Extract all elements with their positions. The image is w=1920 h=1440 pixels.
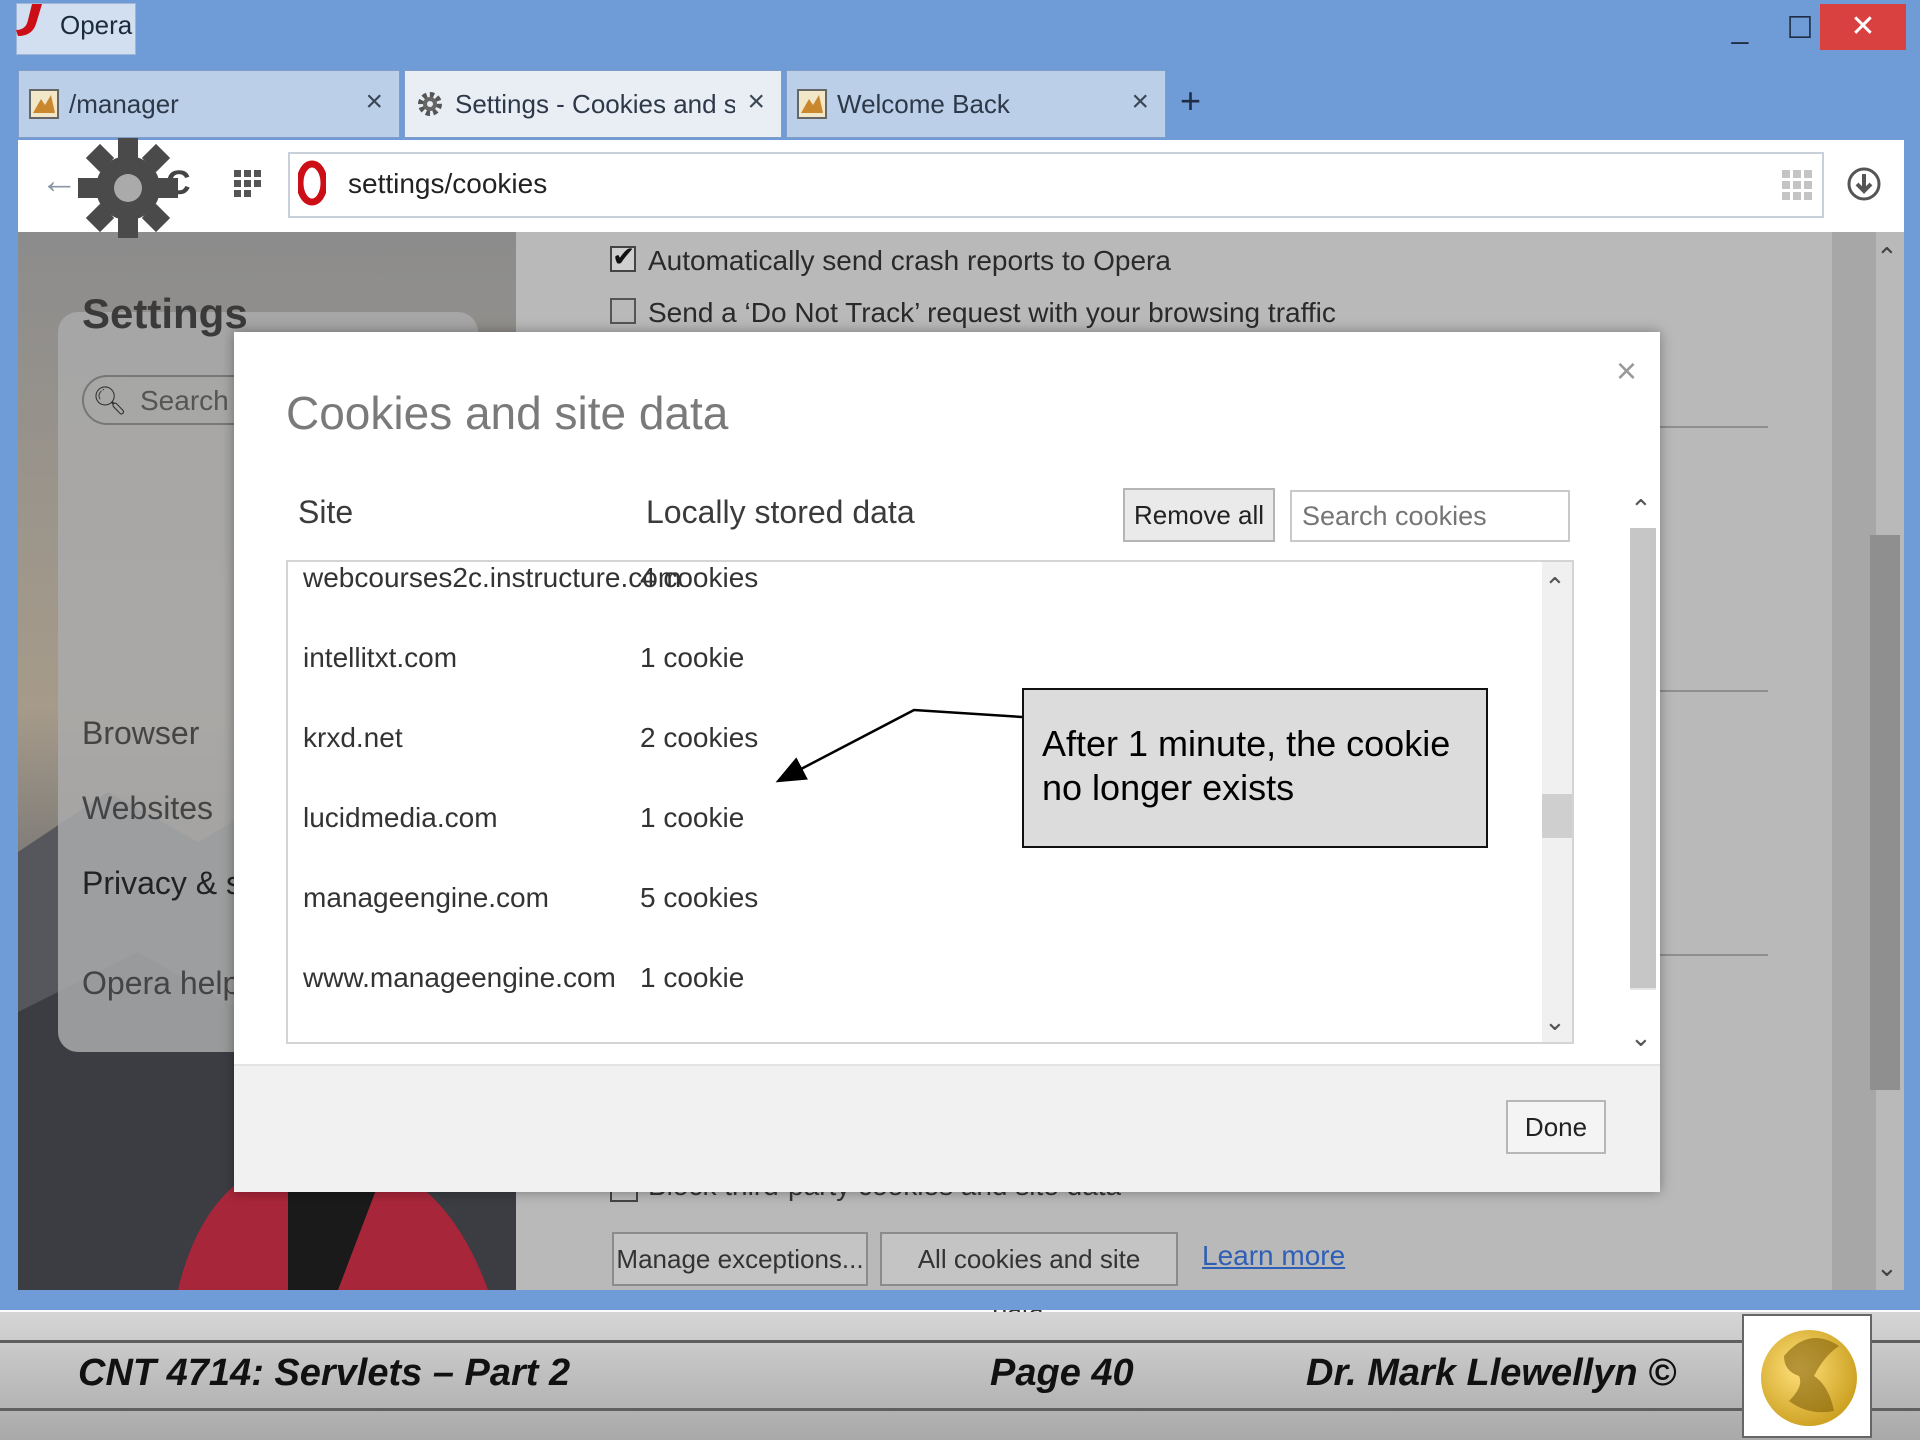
remove-all-button[interactable]: Remove all: [1123, 488, 1275, 542]
tab-label: /manager: [69, 89, 179, 119]
table-row-site[interactable]: krxd.net: [303, 722, 403, 754]
window-frame-right: [1904, 140, 1920, 1300]
table-row-site[interactable]: intellitxt.com: [303, 642, 457, 674]
page-scrollbar-thumb[interactable]: [1870, 535, 1900, 1090]
ucf-pegasus-logo: [1761, 1330, 1857, 1426]
tab-manager[interactable]: /manager ×: [18, 70, 400, 138]
tab-welcome-back[interactable]: Welcome Back ×: [786, 70, 1166, 138]
search-icon: 🔍︎: [92, 385, 128, 416]
table-row-site[interactable]: www.manageengine.com: [303, 962, 616, 994]
tomcat-favicon-icon: [797, 89, 827, 119]
window-close-button[interactable]: ✕: [1820, 4, 1906, 50]
title-bar: [0, 0, 1920, 66]
column-header-site: Site: [298, 494, 354, 530]
tab-settings-cookies[interactable]: Settings - Cookies and site ×: [404, 70, 782, 138]
gear-favicon-icon: [418, 92, 442, 116]
table-row-data: 4 cookies: [640, 562, 759, 593]
table-row-data: 1 cookie: [640, 962, 745, 993]
footer-course-title: CNT 4714: Servlets – Part 2: [78, 1352, 571, 1394]
dialog-scrollbar-thumb[interactable]: [1630, 528, 1656, 988]
chevron-down-icon[interactable]: ⌄: [1630, 1022, 1652, 1053]
chevron-up-icon[interactable]: ⌃: [1876, 242, 1898, 273]
table-row-data: 1 cookie: [640, 802, 745, 833]
do-not-track-checkbox[interactable]: [610, 298, 636, 324]
table-row-data: 2 cookies: [640, 722, 759, 753]
sidebar-item-websites[interactable]: Websites: [82, 790, 213, 827]
table-row-data: 1 cookie: [640, 642, 745, 673]
opera-logo-icon: [16, 4, 42, 36]
table-row-site[interactable]: webcourses2c.instructure.com: [303, 562, 681, 594]
chevron-up-icon[interactable]: ⌃: [1544, 572, 1566, 603]
divider: [1660, 426, 1768, 428]
dialog-close-icon[interactable]: ×: [1616, 350, 1637, 392]
do-not-track-label: Send a ‘Do Not Track’ request with your …: [648, 297, 1336, 328]
divider: [1660, 954, 1768, 956]
chevron-down-icon[interactable]: ⌄: [1876, 1252, 1898, 1283]
tab-close-icon[interactable]: ×: [1131, 85, 1149, 119]
all-cookies-button[interactable]: All cookies and site data...: [880, 1232, 1178, 1324]
search-cookies-input[interactable]: [1290, 490, 1570, 542]
tomcat-favicon-icon: [29, 89, 59, 119]
new-tab-button[interactable]: +: [1180, 80, 1201, 122]
speed-dial-icon[interactable]: [234, 170, 262, 198]
settings-gear-icon: [78, 138, 178, 238]
download-icon[interactable]: [1846, 166, 1882, 202]
manage-exceptions-button[interactable]: Manage exceptions...: [612, 1232, 868, 1286]
sidebar-item-opera-help[interactable]: Opera help: [82, 965, 240, 1002]
crash-reports-label: Automatically send crash reports to Oper…: [648, 245, 1171, 276]
sidebar-item-privacy[interactable]: Privacy & s: [82, 865, 242, 902]
chevron-down-icon[interactable]: ⌄: [1544, 1006, 1566, 1037]
footer-rule: [0, 1408, 1920, 1411]
back-icon[interactable]: ←: [40, 160, 78, 203]
table-row-site[interactable]: manageengine.com: [303, 882, 549, 914]
footer-page-number: Page 40: [990, 1352, 1134, 1394]
address-text[interactable]: settings/cookies: [348, 168, 547, 200]
window-frame-left: [0, 140, 18, 1300]
column-header-stored-data: Locally stored data: [646, 494, 915, 530]
learn-more-link[interactable]: Learn more: [1202, 1240, 1345, 1272]
table-row-data: 5 cookies: [640, 882, 759, 913]
dialog-title: Cookies and site data: [286, 387, 729, 439]
checkmark-icon: ✔: [612, 241, 636, 272]
chevron-up-icon[interactable]: ⌃: [1630, 494, 1652, 525]
annotation-arrow: [775, 708, 1023, 783]
minimize-button[interactable]: _: [1710, 10, 1770, 50]
sidebar-item-browser[interactable]: Browser: [82, 715, 199, 752]
extensions-grid-icon[interactable]: [1782, 170, 1812, 200]
opera-o-icon: [298, 160, 326, 206]
footer-author: Dr. Mark Llewellyn ©: [1306, 1352, 1677, 1394]
tab-close-icon[interactable]: ×: [747, 85, 765, 119]
dialog-footer: [234, 1064, 1660, 1192]
divider: [1660, 690, 1768, 692]
tab-close-icon[interactable]: ×: [365, 85, 383, 119]
footer-rule: [0, 1340, 1920, 1343]
annotation-text: After 1 minute, the cookie no longer exi…: [1042, 723, 1451, 808]
tab-label: Welcome Back: [837, 89, 1010, 119]
list-scrollbar-thumb[interactable]: [1542, 794, 1572, 838]
tab-label: Settings - Cookies and site: [455, 89, 735, 119]
table-row-site[interactable]: lucidmedia.com: [303, 802, 498, 834]
window-frame-bottom: [0, 1290, 1920, 1310]
done-button[interactable]: Done: [1506, 1100, 1606, 1154]
settings-heading: Settings: [82, 290, 248, 337]
app-title: Opera: [60, 10, 133, 40]
